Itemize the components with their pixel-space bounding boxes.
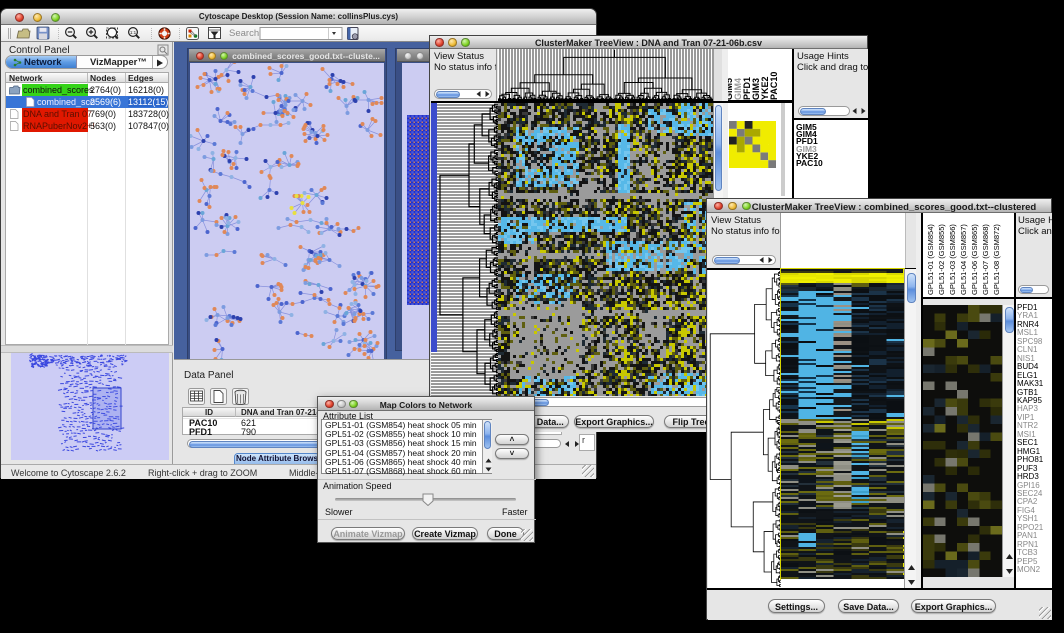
svg-text:GPL51-03 (GSM856): GPL51-03 (GSM856): [948, 224, 957, 295]
svg-text:GPL51-02 (GSM855): GPL51-02 (GSM855): [937, 224, 946, 295]
svg-text:Search:: Search:: [229, 28, 262, 39]
svg-text:GPL51-06 (GSM865): GPL51-06 (GSM865): [970, 224, 979, 295]
svg-text:GPL51-01 (GSM854): GPL51-01 (GSM854): [926, 224, 935, 295]
svg-text:GPL51-08 (GSM872): GPL51-08 (GSM872): [992, 224, 1001, 295]
svg-text:GPL51-04 (GSM857): GPL51-04 (GSM857): [959, 224, 968, 295]
svg-text:GPL51-07 (GSM868): GPL51-07 (GSM868): [981, 224, 990, 295]
svg-text:PAC10: PAC10: [769, 72, 779, 100]
svg-text:1:1: 1:1: [130, 30, 137, 35]
